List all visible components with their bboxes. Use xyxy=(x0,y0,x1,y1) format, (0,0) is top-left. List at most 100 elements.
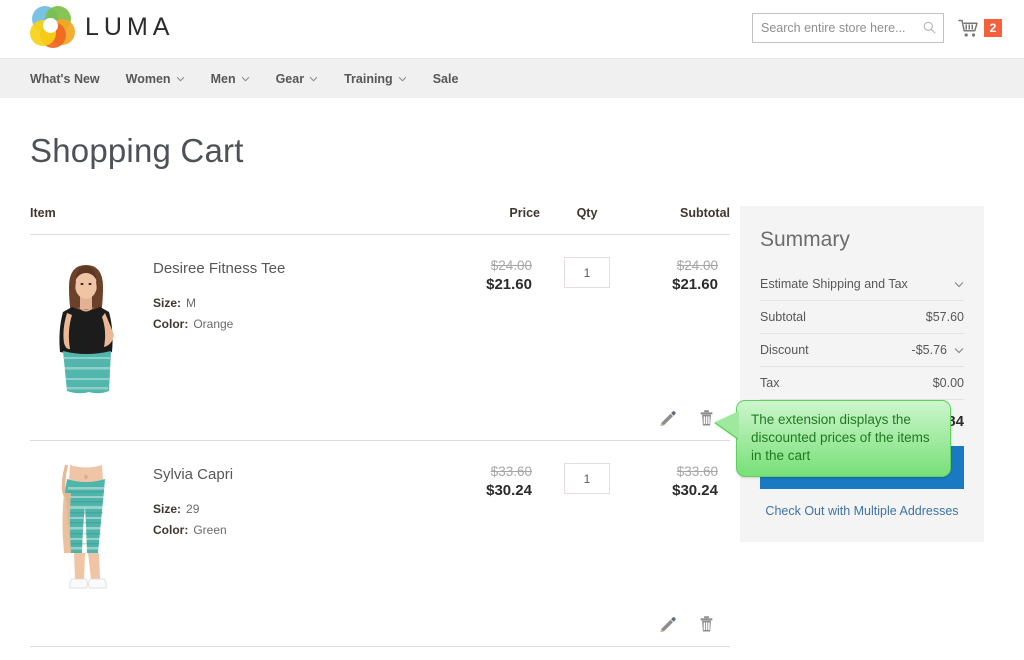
nav-item-men[interactable]: Men xyxy=(211,72,264,86)
cell-price: $24.00 $21.60 xyxy=(430,235,540,409)
cart-table-body: Desiree Fitness Tee Size: M Color: Orange xyxy=(30,235,730,647)
cell-qty xyxy=(540,235,634,409)
nav-item-label: Training xyxy=(344,71,393,86)
cell-subtotal: $24.00 $21.60 xyxy=(634,235,730,409)
nav-item-gear[interactable]: Gear xyxy=(276,72,333,86)
product-name-link[interactable]: Sylvia Capri xyxy=(153,463,233,483)
search-input[interactable] xyxy=(753,14,943,42)
edit-pencil-icon[interactable] xyxy=(659,409,676,427)
cart-table-column: Item Price Qty Subtotal Desiree Fitness … xyxy=(30,206,730,660)
summary-row-estimate-shipping-tax[interactable]: Estimate Shipping and Tax xyxy=(760,268,964,301)
discounted-price: $21.60 xyxy=(486,276,532,293)
option-label: Color: xyxy=(153,317,189,331)
callout-arrow-icon xyxy=(715,411,739,439)
discounted-price: $30.24 xyxy=(486,482,532,499)
annotation-callout: The extension displays the discounted pr… xyxy=(715,400,951,477)
option-value: Orange xyxy=(193,317,234,331)
delete-trash-icon[interactable] xyxy=(698,615,715,633)
product-details: Desiree Fitness Tee Size: M Color: Orange xyxy=(153,257,285,407)
shopping-cart-page: LUMA 2 xyxy=(0,0,1024,660)
column-header-qty: Qty xyxy=(540,206,634,235)
option-size: Size: 29 xyxy=(153,502,233,516)
product-image-sylvia-capri[interactable] xyxy=(37,463,135,613)
cell-price: $33.60 $30.24 xyxy=(430,441,540,615)
chevron-down-icon xyxy=(398,76,406,81)
nav-item-label: Gear xyxy=(275,71,305,86)
original-price: $24.00 xyxy=(490,258,532,273)
nav-item-label: Sale xyxy=(432,71,459,86)
summary-row-value: $0.00 xyxy=(932,376,964,390)
chevron-down-icon xyxy=(241,76,249,81)
qty-input[interactable] xyxy=(564,463,610,494)
summary-row-label: Subtotal xyxy=(760,310,806,324)
table-row: Desiree Fitness Tee Size: M Color: Orange xyxy=(30,235,730,409)
option-size: Size: M xyxy=(153,296,285,310)
original-subtotal: $33.60 xyxy=(676,464,718,479)
column-header-item: Item xyxy=(30,206,430,235)
product-details: Sylvia Capri Size: 29 Color: Green xyxy=(153,463,233,613)
mini-cart[interactable]: 2 xyxy=(958,19,1002,38)
shopping-cart-icon[interactable] xyxy=(958,19,980,38)
option-color: Color: Orange xyxy=(153,317,285,331)
summary-row-discount[interactable]: Discount -$5.76 xyxy=(760,334,964,367)
product-image-desiree-fitness-tee[interactable] xyxy=(37,257,135,407)
original-subtotal: $24.00 xyxy=(676,258,718,273)
summary-row-subtotal: Subtotal $57.60 xyxy=(760,301,964,334)
option-color: Color: Green xyxy=(153,523,233,537)
main-navigation: What's New Women Men Gear Training Sale xyxy=(0,58,1024,98)
chevron-down-icon[interactable] xyxy=(954,281,964,288)
cart-item-count-badge: 2 xyxy=(984,19,1002,37)
nav-item-whats-new[interactable]: What's New xyxy=(30,72,114,86)
delete-trash-icon[interactable] xyxy=(698,409,715,427)
summary-title: Summary xyxy=(760,228,850,251)
row-actions-row xyxy=(30,614,730,647)
nav-item-training[interactable]: Training xyxy=(344,72,421,86)
cart-table-header-row: Item Price Qty Subtotal xyxy=(30,206,730,235)
qty-input[interactable] xyxy=(564,257,610,288)
cart-content: Item Price Qty Subtotal Desiree Fitness … xyxy=(0,170,1024,660)
option-label: Size: xyxy=(153,296,182,310)
cell-qty xyxy=(540,441,634,615)
cell-subtotal: $33.60 $30.24 xyxy=(634,441,730,615)
summary-panel: Summary Estimate Shipping and Tax Subtot… xyxy=(740,206,984,542)
cart-table: Item Price Qty Subtotal Desiree Fitness … xyxy=(30,206,730,647)
summary-row-label: Tax xyxy=(760,376,780,390)
chevron-down-icon xyxy=(309,76,318,81)
summary-row-value: -$5.76 xyxy=(911,343,947,357)
summary-row-value: $57.60 xyxy=(925,310,964,324)
luma-flower-logo-icon xyxy=(30,6,75,48)
option-value: 29 xyxy=(186,502,200,516)
discounted-subtotal: $21.60 xyxy=(672,276,718,293)
cell-item: Sylvia Capri Size: 29 Color: Green xyxy=(30,441,430,615)
chevron-down-icon xyxy=(176,76,184,81)
nav-item-women[interactable]: Women xyxy=(126,72,199,86)
row-actions-cell xyxy=(30,614,730,647)
multiple-addresses-link[interactable]: Check Out with Multiple Addresses xyxy=(760,504,964,518)
search-box[interactable] xyxy=(752,13,944,43)
product-name-link[interactable]: Desiree Fitness Tee xyxy=(153,257,285,277)
option-value: M xyxy=(186,296,197,310)
chevron-down-icon[interactable] xyxy=(954,347,964,354)
brand-name: LUMA xyxy=(85,12,175,41)
nav-item-sale[interactable]: Sale xyxy=(433,72,473,86)
row-actions-cell xyxy=(30,408,730,441)
original-price: $33.60 xyxy=(490,464,532,479)
nav-item-label: Women xyxy=(125,71,171,86)
product-options: Size: M Color: Orange xyxy=(153,296,285,331)
column-header-price: Price xyxy=(430,206,540,235)
header-actions: 2 xyxy=(752,13,1002,43)
option-value: Green xyxy=(193,523,227,537)
nav-item-label: Men xyxy=(210,71,236,86)
row-actions-row xyxy=(30,408,730,441)
column-header-subtotal: Subtotal xyxy=(634,206,730,235)
summary-row-label: Estimate Shipping and Tax xyxy=(760,277,908,291)
option-label: Color: xyxy=(153,523,189,537)
search-icon[interactable] xyxy=(923,21,936,34)
page-title: Shopping Cart xyxy=(30,132,244,169)
edit-pencil-icon[interactable] xyxy=(659,615,676,633)
option-label: Size: xyxy=(153,502,182,516)
site-logo[interactable]: LUMA xyxy=(30,6,174,48)
cart-table-footer: Update Shopping Cart xyxy=(30,647,730,660)
cell-item: Desiree Fitness Tee Size: M Color: Orange xyxy=(30,235,430,409)
site-header: LUMA 2 xyxy=(0,0,1024,58)
